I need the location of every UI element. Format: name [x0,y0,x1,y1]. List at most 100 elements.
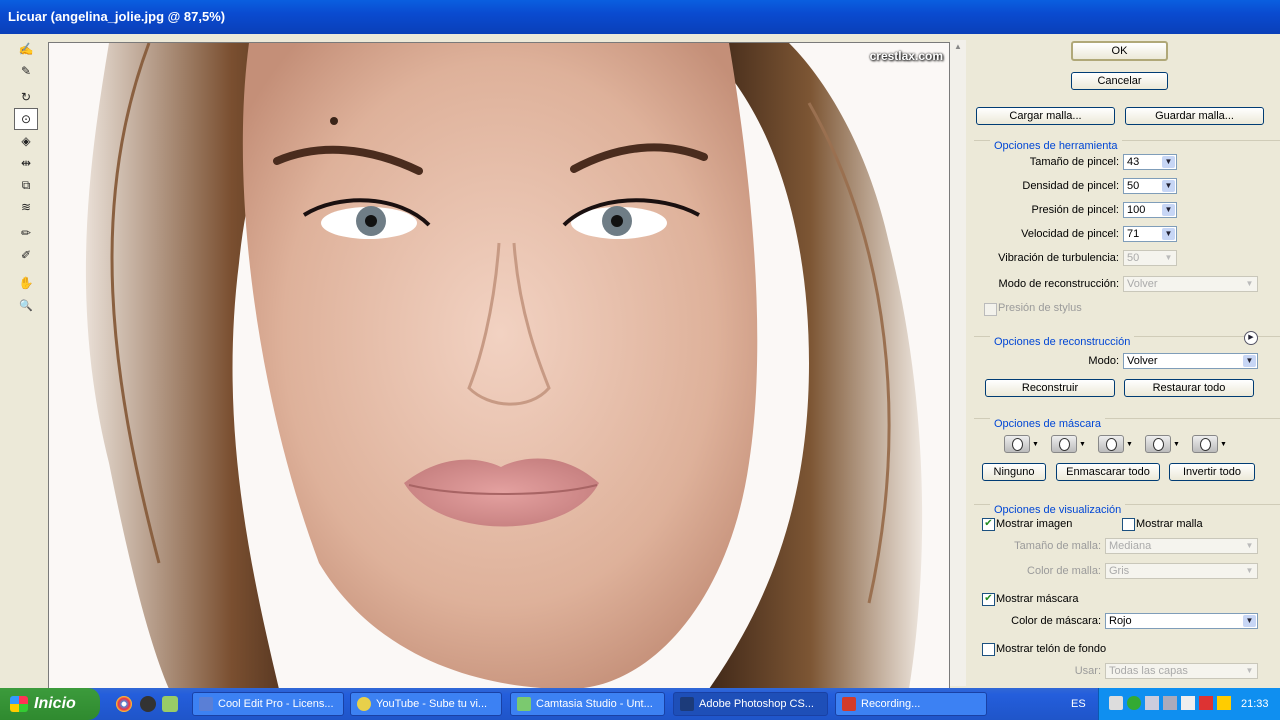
mask-options-header: Opciones de máscara [990,418,1105,430]
cancel-button[interactable]: Cancelar [1071,72,1168,90]
tray-volume-icon[interactable] [1217,696,1231,710]
taskbar-item-label: YouTube - Sube tu vi... [376,698,488,710]
reconstruct-mode-select: Volver ▼ [1123,276,1258,292]
chevron-down-icon[interactable]: ▼ [1162,156,1175,168]
tools-palette: ✍ ✎ ↻ ⊙ ◈ ⇹ ⧉ ≋ ✏ ✐ ✋ 🔍 [8,34,44,688]
mask-none-button[interactable]: Ninguno [982,463,1046,481]
tray-network-icon[interactable] [1145,696,1159,710]
freeze-mask-tool-icon[interactable]: ✏ [14,222,38,244]
brush-size-label: Tamaño de pincel: [1029,156,1119,168]
chevron-down-icon[interactable]: ▼ [1243,615,1256,627]
brush-size-field[interactable]: 43 ▼ [1123,154,1177,170]
chevron-down-icon[interactable]: ▼ [1162,228,1175,240]
mode-label: Modo: [1088,355,1119,367]
preview-scrollbar[interactable]: ▲ [950,40,966,686]
taskbar-item-label: Recording... [861,698,921,710]
taskbar-item-youtube[interactable]: YouTube - Sube tu vi... [350,692,502,716]
chevron-down-icon[interactable]: ▼ [1162,180,1175,192]
mode-select[interactable]: Volver ▼ [1123,353,1258,369]
show-backdrop-checkbox[interactable] [982,643,995,656]
window-title: Licuar (angelina_jolie.jpg @ 87,5%) [8,9,226,24]
liquify-dialog: ✍ ✎ ↻ ⊙ ◈ ⇹ ⧉ ≋ ✏ ✐ ✋ 🔍 crestlax.com ▲ O… [0,34,1280,690]
tray-notepad-icon[interactable] [1109,696,1123,710]
replace-selection-icon[interactable]: ▼ [1004,435,1042,453]
mask-all-button[interactable]: Enmascarar todo [1056,463,1160,481]
zoom-tool-icon[interactable]: 🔍 [14,294,38,316]
camtasia-icon [517,697,531,711]
turbulent-jitter-field: 50 ▼ [1123,250,1177,266]
load-mesh-button[interactable]: Cargar malla... [976,107,1115,125]
mask-color-label: Color de máscara: [1011,615,1101,627]
invert-selection-icon[interactable]: ▼ [1192,435,1230,453]
taskbar-item-label: Cool Edit Pro - Licens... [218,698,334,710]
chevron-down-icon[interactable]: ▼ [1162,204,1175,216]
view-options-header: Opciones de visualización [990,504,1126,516]
thaw-mask-tool-icon[interactable]: ✐ [14,244,38,266]
chevron-down-icon: ▼ [1245,566,1254,575]
turbulence-tool-icon[interactable]: ≋ [14,196,38,218]
windows-flag-icon [10,696,28,712]
save-mesh-button[interactable]: Guardar malla... [1125,107,1264,125]
brush-rate-label: Velocidad de pincel: [1021,228,1119,240]
start-label: Inicio [34,695,76,712]
pucker-tool-icon[interactable]: ⊙ [14,108,38,130]
cool-edit-icon [199,697,213,711]
mask-mode-buttons: ▼ ▼ ▼ ▼ ▼ [1004,435,1244,455]
brush-pressure-value: 100 [1127,204,1146,216]
mesh-color-label: Color de malla: [1027,565,1101,577]
taskbar-item-camtasia[interactable]: Camtasia Studio - Unt... [510,692,665,716]
reconstruct-options-header: Opciones de reconstrucción [990,336,1135,348]
brush-density-value: 50 [1127,180,1140,192]
invert-all-button[interactable]: Invertir todo [1169,463,1255,481]
chevron-down-icon: ▼ [1245,666,1254,675]
show-mesh-checkbox[interactable] [1122,518,1135,531]
show-mask-checkbox[interactable]: ✔ [982,593,995,606]
taskbar-item-label: Adobe Photoshop CS... [699,698,814,710]
chrome-icon [357,697,371,711]
show-mask-label: Mostrar máscara [996,593,1079,605]
reconstruct-button[interactable]: Reconstruir [985,379,1115,397]
tray-green-icon[interactable] [1127,696,1141,710]
ok-button[interactable]: OK [1071,41,1168,61]
language-indicator[interactable]: ES [1071,698,1086,710]
taskbar-item-photoshop[interactable]: Adobe Photoshop CS... [673,692,828,716]
chevron-down-icon[interactable]: ▼ [1243,355,1256,367]
mirror-tool-icon[interactable]: ⧉ [14,174,38,196]
start-button[interactable]: Inicio [0,688,100,720]
tray-network2-icon[interactable] [1163,696,1177,710]
use-label: Usar: [1074,665,1101,677]
tray-red-icon[interactable] [1199,696,1213,710]
scroll-up-icon[interactable]: ▲ [950,40,966,54]
stylus-pressure-checkbox [984,303,997,316]
reconstruct-tool-icon[interactable]: ✎ [14,60,38,82]
bloat-tool-icon[interactable]: ◈ [14,130,38,152]
push-left-tool-icon[interactable]: ⇹ [14,152,38,174]
brush-pressure-field[interactable]: 100 ▼ [1123,202,1177,218]
camtasia-quicklaunch-icon[interactable] [162,696,178,712]
use-select: Todas las capas ▼ [1105,663,1258,679]
mesh-color-select: Gris ▼ [1105,563,1258,579]
clock[interactable]: 21:33 [1241,698,1269,710]
image-preview[interactable]: crestlax.com [48,42,950,690]
taskbar-item-cool-edit[interactable]: Cool Edit Pro - Licens... [192,692,344,716]
taskbar-item-label: Camtasia Studio - Unt... [536,698,653,710]
add-to-selection-icon[interactable]: ▼ [1051,435,1089,453]
brush-density-field[interactable]: 50 ▼ [1123,178,1177,194]
mask-color-select[interactable]: Rojo ▼ [1105,613,1258,629]
tray-usb-icon[interactable] [1181,696,1195,710]
chrome-quicklaunch-icon[interactable] [116,696,132,712]
taskbar-item-recording[interactable]: Recording... [835,692,987,716]
brush-rate-field[interactable]: 71 ▼ [1123,226,1177,242]
twirl-clockwise-tool-icon[interactable]: ↻ [14,86,38,108]
subtract-from-selection-icon[interactable]: ▼ [1098,435,1136,453]
panel-menu-arrow-icon[interactable]: ▶ [1244,331,1258,345]
mesh-size-select: Mediana ▼ [1105,538,1258,554]
forward-warp-tool-icon[interactable]: ✍ [14,38,38,60]
media-quicklaunch-icon[interactable] [140,696,156,712]
intersect-selection-icon[interactable]: ▼ [1145,435,1183,453]
reconstruct-mode-value: Volver [1127,278,1158,290]
portrait-image [49,43,949,689]
show-image-checkbox[interactable]: ✔ [982,518,995,531]
hand-tool-icon[interactable]: ✋ [14,272,38,294]
restore-all-button[interactable]: Restaurar todo [1124,379,1254,397]
